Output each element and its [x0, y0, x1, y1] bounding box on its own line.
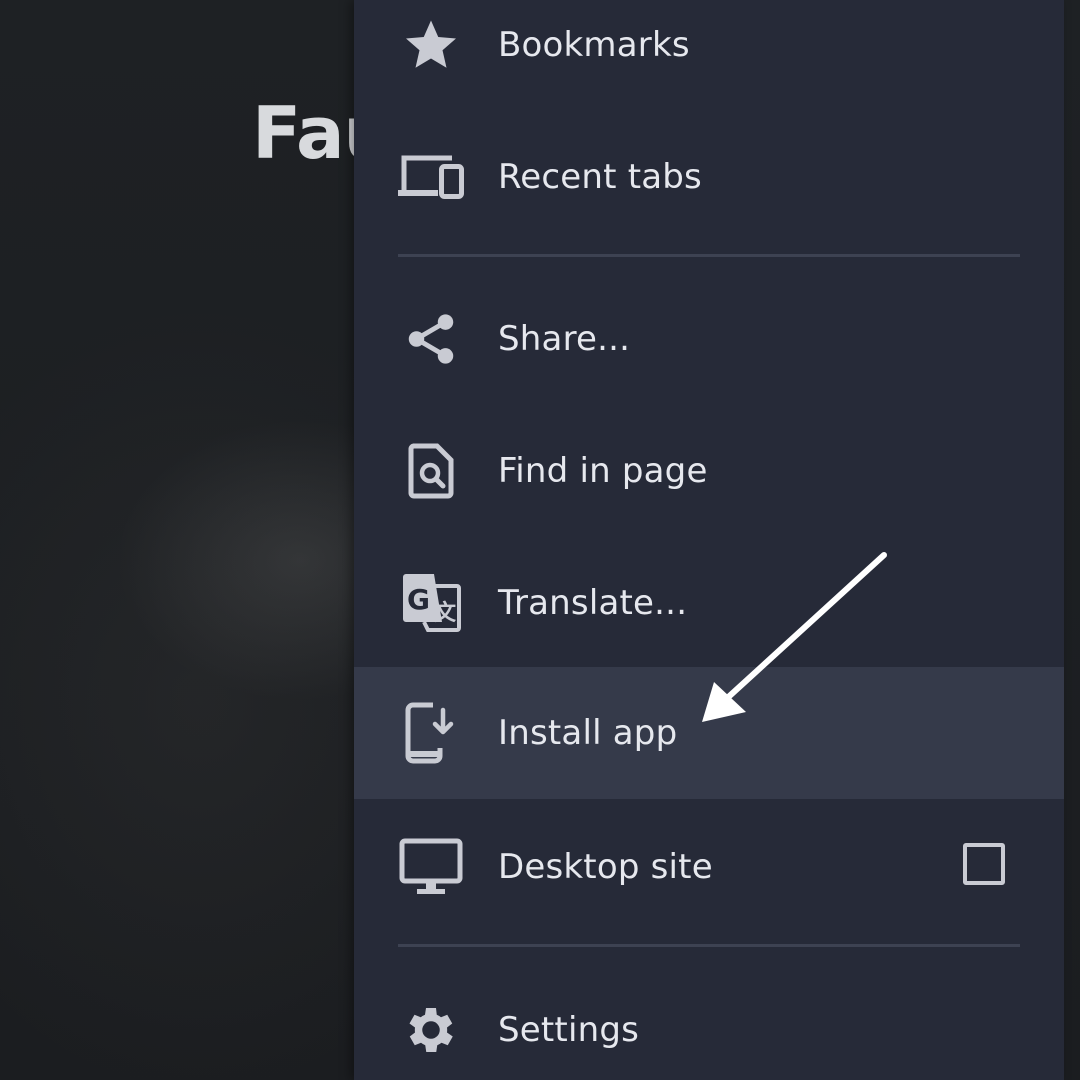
menu-item-translate[interactable]: G 文 Translate...: [354, 537, 1064, 669]
find-in-page-icon: [398, 438, 464, 504]
menu-item-bookmarks[interactable]: Bookmarks: [354, 0, 1064, 111]
overflow-menu: Bookmarks Recent tabs Share... Find in p…: [354, 0, 1064, 1080]
menu-item-find-in-page[interactable]: Find in page: [354, 405, 1064, 537]
svg-text:G: G: [407, 583, 430, 616]
menu-divider: [398, 254, 1020, 257]
share-icon: [398, 306, 464, 372]
star-icon: [398, 12, 464, 78]
desktop-site-checkbox[interactable]: [963, 843, 1005, 885]
menu-item-label: Bookmarks: [498, 25, 690, 65]
desktop-icon: [398, 834, 464, 900]
gear-icon: [398, 997, 464, 1063]
menu-item-label: Desktop site: [498, 847, 713, 887]
menu-item-label: Recent tabs: [498, 157, 702, 197]
translate-icon: G 文: [398, 570, 464, 636]
svg-text:文: 文: [434, 600, 457, 626]
menu-item-label: Translate...: [498, 583, 688, 623]
menu-item-settings[interactable]: Settings: [354, 964, 1064, 1080]
menu-item-share[interactable]: Share...: [354, 273, 1064, 405]
menu-item-label: Settings: [498, 1010, 640, 1050]
menu-item-label: Share...: [498, 319, 631, 359]
menu-item-label: Find in page: [498, 451, 708, 491]
menu-item-label: Install app: [498, 713, 678, 753]
menu-divider: [398, 944, 1020, 947]
menu-item-recent-tabs[interactable]: Recent tabs: [354, 111, 1064, 243]
menu-item-desktop-site[interactable]: Desktop site: [354, 801, 1064, 933]
menu-item-install-app[interactable]: Install app: [354, 667, 1064, 799]
devices-icon: [398, 144, 464, 210]
install-app-icon: [398, 700, 464, 766]
